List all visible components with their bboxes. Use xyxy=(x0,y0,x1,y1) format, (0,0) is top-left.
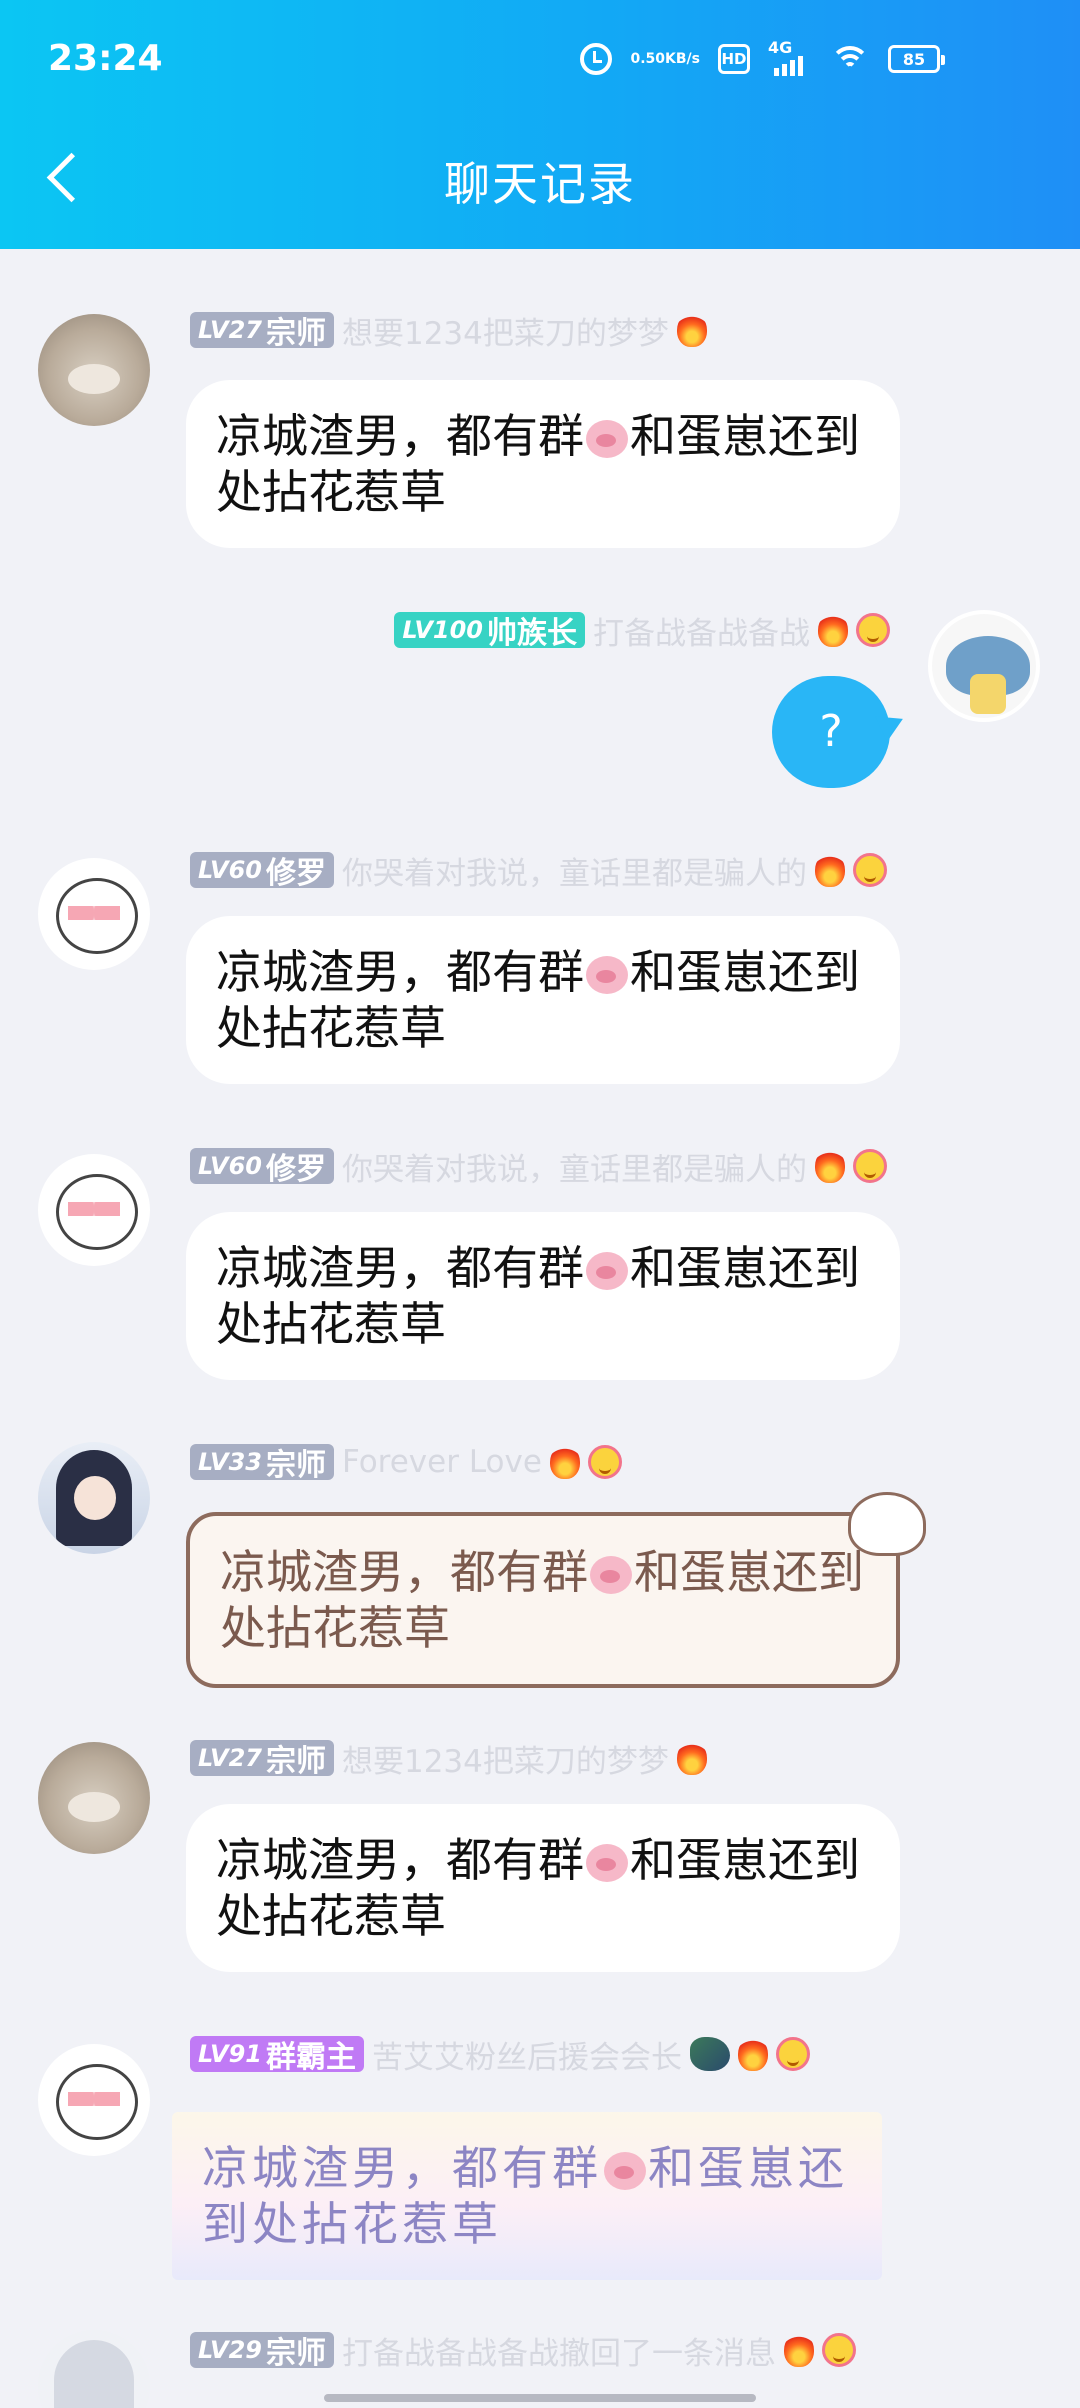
dragon-badge-icon xyxy=(689,2037,730,2071)
message-bubble[interactable]: 凉城渣男，都有群 和蛋崽还到处拈花惹草 xyxy=(186,1212,900,1380)
status-time: 23:24 xyxy=(48,38,163,79)
avatar[interactable] xyxy=(38,858,150,970)
smile-emoji-icon xyxy=(856,613,890,647)
status-bar: 23:24 0.50 KB/s HD 4G 85 xyxy=(0,0,1080,120)
message-bubble[interactable]: 凉城渣男，都有群 和蛋崽还到处拈花惹草 xyxy=(172,2112,882,2280)
message-bubble[interactable]: 凉城渣男，都有群 和蛋崽还到处拈花惹草 xyxy=(186,380,900,548)
battery-icon: 85 xyxy=(888,45,945,73)
header-bar: 23:24 0.50 KB/s HD 4G 85 聊天记录 xyxy=(0,0,1080,249)
level-badge: LV60 修罗 xyxy=(190,852,334,891)
page-title: 聊天记录 xyxy=(444,157,636,211)
smile-emoji-icon xyxy=(587,1445,622,1479)
fire-icon xyxy=(676,1741,707,1775)
level-badge: LV33 宗师 xyxy=(190,1444,334,1483)
sender-nickname: 想要1234把菜刀的梦梦 xyxy=(341,1743,669,1780)
pig-emoji-icon xyxy=(590,1556,632,1594)
avatar[interactable] xyxy=(38,314,150,426)
message-bubble[interactable]: ? xyxy=(772,676,890,788)
hd-icon: HD xyxy=(718,44,750,74)
avatar[interactable] xyxy=(38,1442,150,1554)
speed-value: 0.50 xyxy=(630,51,666,67)
sender-meta: LV33 宗师 Forever Love xyxy=(190,1442,622,1483)
speed-unit: KB/s xyxy=(665,51,700,67)
sender-meta: LV100 帅族长 打备战备战备战 xyxy=(394,610,890,652)
fire-icon xyxy=(549,1445,580,1479)
avatar[interactable] xyxy=(38,2044,150,2156)
signal-icon: 4G xyxy=(768,38,812,76)
message-bubble[interactable]: 凉城渣男，都有群 和蛋崽还到处拈花惹草 xyxy=(186,916,900,1084)
pig-emoji-icon xyxy=(586,956,628,994)
avatar[interactable] xyxy=(38,1742,150,1854)
fire-icon xyxy=(737,2037,768,2071)
sender-nickname: 你哭着对我说，童话里都是骗人的 xyxy=(341,855,807,892)
level-badge: LV27 宗师 xyxy=(190,1740,334,1779)
home-indicator[interactable] xyxy=(324,2394,756,2402)
avatar[interactable] xyxy=(38,2330,150,2408)
sender-meta: LV27 宗师 想要1234把菜刀的梦梦 xyxy=(190,1738,707,1780)
fire-icon xyxy=(814,1149,845,1183)
level-badge: LV100 帅族长 xyxy=(394,612,585,651)
avatar[interactable] xyxy=(928,610,1040,722)
avatar[interactable] xyxy=(38,1154,150,1266)
smile-emoji-icon xyxy=(775,2037,810,2071)
message-bubble[interactable]: 凉城渣男，都有群 和蛋崽还到处拈花惹草 xyxy=(186,1492,926,1688)
pig-emoji-icon xyxy=(586,1252,628,1290)
message-bubble[interactable]: 凉城渣男，都有群 和蛋崽还到处拈花惹草 xyxy=(186,1804,900,1972)
sender-nickname: 想要1234把菜刀的梦梦 xyxy=(341,315,669,352)
pig-emoji-icon xyxy=(604,2152,646,2190)
network-type: 4G xyxy=(768,38,793,57)
sender-nickname: 你哭着对我说，童话里都是骗人的 xyxy=(341,1151,807,1188)
sender-nickname: 苦艾艾粉丝后援会会长 xyxy=(371,2039,682,2076)
fire-icon xyxy=(676,313,707,347)
fire-icon xyxy=(783,2333,814,2367)
status-icons: 0.50 KB/s HD 4G 85 xyxy=(580,38,945,76)
sender-meta: LV91 群霸主 苦艾艾粉丝后援会会长 xyxy=(190,2034,810,2076)
pig-emoji-icon xyxy=(586,1844,628,1882)
sender-nickname: Forever Love xyxy=(341,1444,542,1480)
pig-emoji-icon xyxy=(586,420,628,458)
alarm-icon xyxy=(580,43,613,75)
smile-emoji-icon xyxy=(821,2333,856,2367)
network-speed: 0.50 KB/s xyxy=(630,52,700,66)
sender-meta: LV29 宗师 打备战备战备战撤回了一条消息 xyxy=(190,2330,856,2372)
sender-nickname: 打备战备战备战撤回了一条消息 xyxy=(341,2335,776,2372)
smile-emoji-icon xyxy=(852,1149,887,1183)
rabbit-decoration-icon xyxy=(848,1492,926,1556)
level-badge: LV29 宗师 xyxy=(190,2332,334,2371)
level-badge: LV60 修罗 xyxy=(190,1148,334,1187)
sender-meta: LV27 宗师 想要1234把菜刀的梦梦 xyxy=(190,310,707,352)
level-badge: LV27 宗师 xyxy=(190,312,334,351)
fire-icon xyxy=(814,853,845,887)
sender-meta: LV60 修罗 你哭着对我说，童话里都是骗人的 xyxy=(190,850,887,892)
sender-nickname: 打备战备战备战 xyxy=(593,615,810,652)
fire-icon xyxy=(818,613,848,647)
sender-meta: LV60 修罗 你哭着对我说，童话里都是骗人的 xyxy=(190,1146,887,1188)
level-badge: LV91 群霸主 xyxy=(190,2036,364,2075)
wifi-icon xyxy=(830,44,870,74)
smile-emoji-icon xyxy=(852,853,887,887)
